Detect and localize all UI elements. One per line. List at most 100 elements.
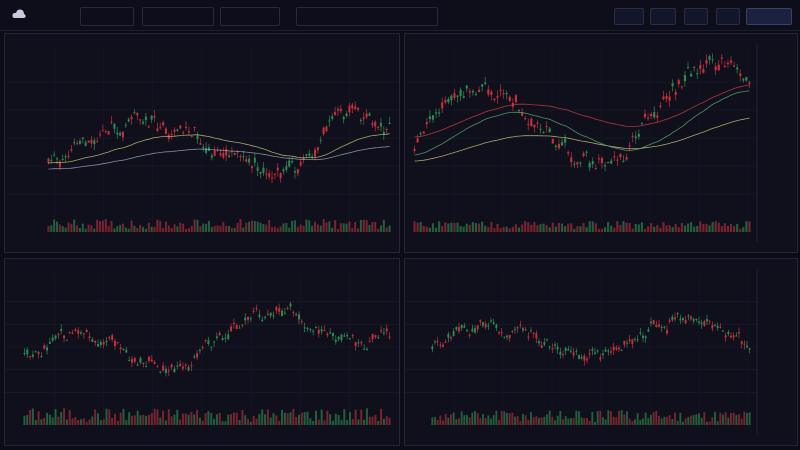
volume-bar — [471, 412, 474, 425]
volume-bar — [207, 220, 210, 232]
chart-panel-top-right[interactable] — [404, 33, 798, 253]
settings-button[interactable] — [684, 8, 708, 25]
candle-body — [272, 315, 275, 317]
chart-panel-bottom-left[interactable] — [4, 258, 400, 446]
chart-canvas[interactable] — [405, 34, 797, 252]
candle-body — [702, 69, 705, 73]
candle-body — [108, 337, 111, 339]
candle-body — [156, 366, 159, 368]
volume-bar — [167, 225, 170, 232]
candle-body — [198, 350, 201, 352]
volume-bar — [511, 412, 514, 425]
candle-body — [122, 348, 125, 351]
candle-body — [121, 131, 124, 138]
volume-bar — [735, 414, 738, 425]
volume-bar — [442, 420, 444, 425]
volume-bar — [536, 225, 539, 232]
candle-body — [235, 325, 238, 329]
volume-bar — [306, 411, 309, 425]
volume-bar — [708, 225, 711, 232]
volume-bar — [572, 418, 575, 425]
candle-body — [604, 349, 607, 352]
account-button[interactable] — [746, 8, 792, 25]
interval-selector[interactable] — [80, 7, 134, 26]
volume-bar — [722, 414, 724, 425]
compare-button[interactable] — [650, 8, 676, 25]
volume-bar — [329, 414, 332, 425]
candle-body — [567, 152, 570, 154]
volume-bar — [153, 408, 156, 425]
candle-body — [259, 171, 262, 174]
volume-bar — [65, 419, 68, 425]
volume-bar — [159, 221, 162, 232]
volume-bar — [266, 409, 269, 425]
candle-body — [50, 159, 53, 161]
volume-bar — [84, 228, 87, 232]
volume-bar — [362, 219, 365, 232]
volume-bar — [479, 418, 482, 425]
candle-body — [431, 346, 434, 350]
candle-body — [700, 322, 703, 325]
candle-body — [613, 156, 616, 158]
candle-body — [213, 341, 216, 343]
volume-bar — [205, 223, 208, 232]
candle-body — [278, 308, 281, 312]
candle-body — [626, 342, 628, 344]
candle-body — [56, 158, 59, 160]
volume-bar — [107, 225, 110, 232]
volume-bar — [717, 222, 720, 232]
chart-canvas[interactable] — [405, 259, 797, 445]
candle-body — [193, 356, 196, 358]
volume-bar — [289, 412, 292, 425]
candle-body — [377, 126, 380, 128]
chart-canvas[interactable] — [5, 34, 399, 252]
volume-bar — [142, 414, 145, 425]
candle-body — [241, 324, 244, 326]
candle-body — [101, 130, 104, 132]
candle-body — [463, 325, 466, 328]
chart-panel-top-left[interactable] — [4, 33, 400, 253]
candle-body — [487, 325, 490, 327]
volume-bar — [535, 416, 538, 425]
volume-bar — [444, 413, 447, 425]
indicator-selector[interactable] — [220, 7, 280, 26]
candle-body — [317, 329, 320, 334]
volume-bar — [652, 412, 655, 425]
volume-bar — [77, 419, 80, 425]
volume-bar — [43, 418, 46, 425]
layout-button[interactable] — [614, 8, 644, 25]
candle-body — [114, 340, 116, 347]
candle-body — [742, 78, 745, 81]
candle-body — [493, 98, 496, 100]
candle-body — [213, 150, 216, 156]
fullscreen-button[interactable] — [716, 8, 740, 25]
volume-bar — [176, 409, 179, 425]
volume-bar — [653, 226, 656, 232]
volume-bar — [37, 411, 40, 425]
volume-bar — [496, 223, 499, 232]
candle-body — [111, 335, 114, 340]
volume-bar — [371, 222, 374, 232]
candle-body — [88, 336, 91, 339]
candle-body — [286, 307, 289, 309]
volume-bar — [210, 412, 213, 425]
candle-body — [476, 325, 479, 330]
candle-body — [628, 339, 631, 342]
volume-bar — [594, 223, 597, 232]
candle-body — [671, 316, 674, 321]
drawing-tools-group[interactable] — [296, 7, 438, 26]
volume-bar — [164, 420, 167, 425]
candle-body — [156, 128, 159, 131]
candle-body — [572, 352, 575, 356]
chart-canvas[interactable] — [5, 259, 399, 445]
cloud-icon[interactable] — [12, 8, 26, 20]
volume-bar — [122, 408, 125, 425]
candle-body — [46, 347, 49, 351]
volume-bar — [723, 223, 726, 232]
volume-bar — [244, 415, 247, 425]
volume-bar — [50, 225, 53, 232]
chart-type-selector[interactable] — [142, 7, 214, 26]
chart-panel-bottom-right[interactable] — [404, 258, 798, 446]
candle-body — [600, 157, 604, 164]
volume-bar — [326, 410, 329, 425]
